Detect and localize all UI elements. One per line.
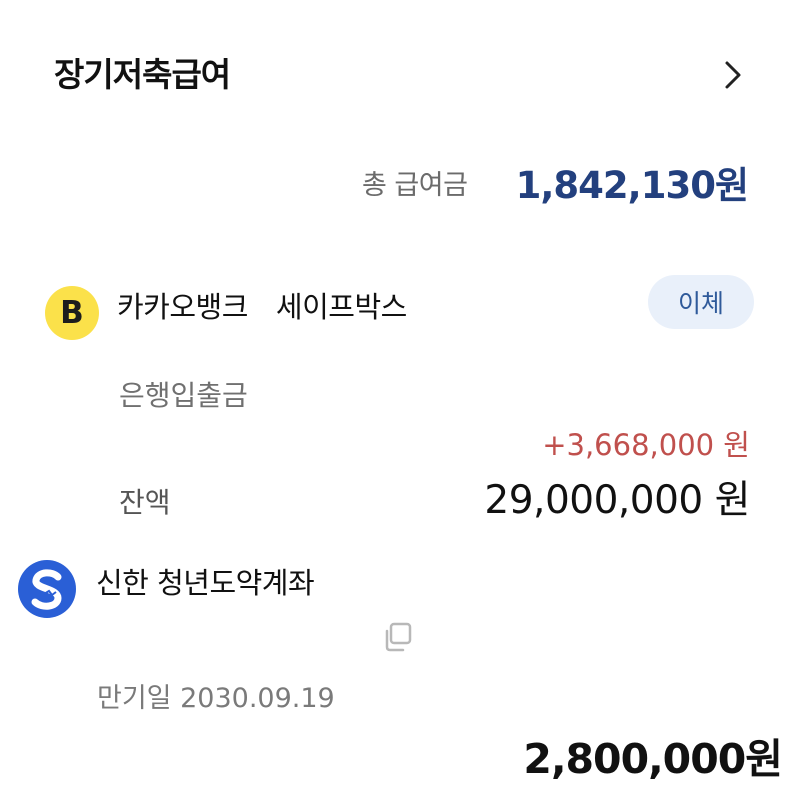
kakaobank-logo-letter: B — [60, 294, 84, 331]
chevron-right-icon[interactable] — [716, 58, 750, 92]
section-title: 장기저축급여 — [54, 55, 231, 94]
balance-change: +3,668,000 원 — [542, 428, 750, 462]
shinhan-account-name: 신한 청년도약계좌 — [96, 566, 315, 600]
shinhan-amount: 2,800,000원 — [523, 735, 783, 783]
total-label: 총 급여금 — [362, 170, 468, 201]
kakaobank-account-name: 세이프박스 — [275, 290, 407, 324]
maturity-date: 만기일 2030.09.19 — [97, 683, 335, 714]
kakaobank-logo-icon: B — [45, 286, 99, 340]
balance-value: 29,000,000 원 — [484, 478, 750, 523]
kakaobank-account-title: 카카오뱅크 세이프박스 — [117, 286, 407, 328]
copy-icon[interactable] — [381, 620, 415, 654]
balance-label: 잔액 — [119, 486, 171, 519]
total-value: 1,842,130원 — [515, 164, 749, 207]
transfer-button[interactable]: 이체 — [648, 275, 754, 329]
transaction-type-label: 은행입출금 — [119, 379, 248, 412]
shinhan-logo-icon — [18, 560, 76, 618]
kakaobank-bank-name: 카카오뱅크 — [117, 290, 248, 324]
